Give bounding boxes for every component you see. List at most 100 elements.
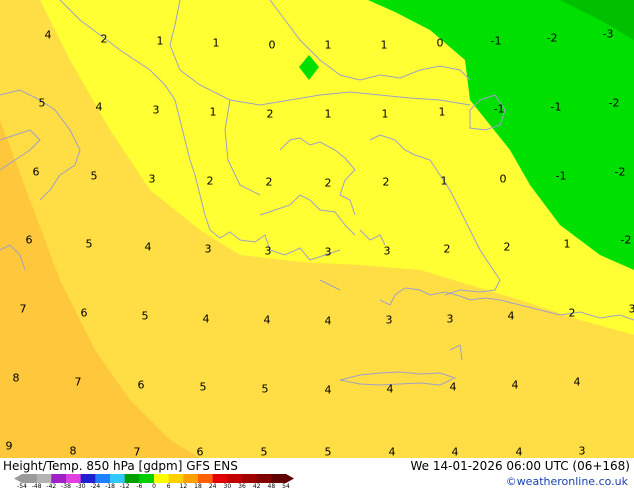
temperature-label: 3 bbox=[265, 245, 272, 258]
temperature-label: 4 bbox=[389, 446, 396, 459]
scale-swatch bbox=[80, 474, 96, 483]
scale-swatch bbox=[168, 474, 184, 483]
temperature-label: 5 bbox=[200, 381, 207, 394]
temperature-label: 6 bbox=[138, 379, 145, 392]
temperature-label: 6 bbox=[197, 446, 204, 459]
scale-swatch bbox=[256, 474, 272, 483]
map-stage: 4 2 1 1 0 1 1 0 -1 -2 -3 5 4 3 1 2 1 1 1 -1 -1 -2 6 5 3 2 2 2 2 1 0 -1-… bbox=[0, 0, 634, 490]
temperature-map[interactable]: 4 2 1 1 0 1 1 0 -1 -2 -3 5 4 3 1 2 1 1 1 -1 -1 -2 6 5 3 2 2 2 2 1 0 -1 -… bbox=[0, 0, 634, 458]
temperature-label: 1 bbox=[381, 39, 388, 52]
scale-label: 12 bbox=[179, 483, 188, 490]
scale-label: -38 bbox=[61, 483, 71, 490]
temperature-label: 7 bbox=[20, 303, 27, 316]
temperature-label: 3 bbox=[447, 313, 454, 326]
scale-label: 36 bbox=[238, 483, 246, 490]
temperature-label: 5 bbox=[142, 310, 149, 323]
temperature-label: -3 bbox=[603, 28, 614, 41]
temperature-label: 4 bbox=[45, 29, 52, 42]
temperature-label: -2 bbox=[609, 97, 620, 110]
temperature-label: 2 bbox=[266, 176, 273, 189]
scale-swatch bbox=[51, 474, 67, 483]
temperature-label: 4 bbox=[387, 383, 394, 396]
temperature-label: 0 bbox=[437, 37, 444, 50]
temperature-label: 3 bbox=[153, 104, 160, 117]
scale-label: 30 bbox=[223, 483, 232, 490]
temperature-label: 1 bbox=[213, 37, 220, 50]
map-title: Height/Temp. 850 hPa [gdpm] GFS ENS bbox=[3, 459, 238, 473]
temperature-label: -1 bbox=[494, 103, 505, 116]
temperature-label: 2 bbox=[383, 176, 390, 189]
scale-swatch bbox=[124, 474, 140, 483]
temperature-label: 4 bbox=[452, 446, 459, 459]
temperature-label: 0 bbox=[500, 173, 507, 186]
temperature-label: 0 bbox=[269, 39, 276, 52]
scale-swatch bbox=[271, 474, 287, 483]
temperature-label: 4 bbox=[450, 381, 457, 394]
temperature-label: 3 bbox=[579, 445, 586, 458]
temperature-label: 1 bbox=[210, 106, 217, 119]
temperature-label: 6 bbox=[33, 166, 40, 179]
temperature-label: 8 bbox=[70, 445, 77, 458]
temperature-label: 2 bbox=[267, 108, 274, 121]
scale-label: -48 bbox=[31, 483, 42, 490]
temperature-label: 4 bbox=[512, 379, 519, 392]
temperature-label: 1 bbox=[564, 238, 571, 251]
temperature-label: 2 bbox=[504, 241, 511, 254]
scale-label: 54 bbox=[282, 483, 290, 490]
temperature-label: 3 bbox=[386, 314, 393, 327]
temperature-label: 5 bbox=[91, 170, 98, 183]
scale-arrow-left bbox=[14, 474, 22, 483]
scale-arrow-right bbox=[286, 474, 294, 483]
temperature-label: 2 bbox=[325, 177, 332, 190]
temperature-label: 6 bbox=[81, 307, 88, 320]
temperature-label: 6 bbox=[26, 234, 33, 247]
scale-label: 6 bbox=[166, 483, 171, 490]
scale-label: -6 bbox=[136, 483, 143, 490]
scale-label: 18 bbox=[194, 483, 202, 490]
temperature-label: 3 bbox=[384, 245, 391, 258]
temperature-label: 5 bbox=[262, 383, 269, 396]
scale-swatch bbox=[183, 474, 199, 483]
map-datetime: We 14-01-2026 06:00 UTC (06+168) bbox=[410, 459, 630, 473]
temperature-label: 4 bbox=[203, 313, 210, 326]
temperature-label: 4 bbox=[574, 376, 581, 389]
temperature-label: 5 bbox=[39, 97, 46, 110]
temperature-label: 7 bbox=[134, 446, 141, 459]
credit-link[interactable]: ©weatheronline.co.uk bbox=[506, 475, 628, 488]
scale-label: 0 bbox=[152, 483, 156, 490]
scale-swatch bbox=[154, 474, 170, 483]
temperature-label: 5 bbox=[325, 446, 332, 459]
color-scale-labels: -54 -48 -42 -38 -30 -24 -18 -12 -6 0 6 12 18 24 30 36 42… bbox=[17, 483, 298, 490]
temperature-label: -2 bbox=[547, 32, 558, 45]
scale-swatch bbox=[227, 474, 243, 483]
scale-label: 24 bbox=[208, 483, 217, 490]
scale-swatch bbox=[212, 474, 228, 483]
temperature-label: 3 bbox=[629, 303, 634, 316]
temperature-label: 1 bbox=[325, 108, 332, 121]
temperature-label: -2 bbox=[615, 166, 626, 179]
scale-swatch bbox=[110, 474, 126, 483]
scale-swatch bbox=[198, 474, 214, 483]
temperature-label: 4 bbox=[508, 310, 515, 323]
temperature-label: 3 bbox=[325, 246, 332, 259]
temperature-label: 5 bbox=[86, 238, 93, 251]
temperature-label: 4 bbox=[145, 241, 152, 254]
temperature-label: 1 bbox=[382, 108, 389, 121]
color-scale bbox=[14, 474, 294, 483]
scale-swatch bbox=[139, 474, 155, 483]
temperature-label: -1 bbox=[556, 170, 567, 183]
scale-swatch bbox=[22, 474, 38, 483]
scale-swatch bbox=[66, 474, 82, 483]
temperature-label: 4 bbox=[325, 315, 332, 328]
temperature-label: 1 bbox=[157, 35, 164, 48]
temperature-label: 2 bbox=[207, 175, 214, 188]
temperature-label: 8 bbox=[13, 372, 20, 385]
scale-label: -24 bbox=[90, 483, 101, 490]
scale-label: -12 bbox=[119, 483, 130, 490]
footer-bar: Height/Temp. 850 hPa [gdpm] GFS ENS We 1… bbox=[0, 458, 634, 490]
temperature-label: 7 bbox=[75, 376, 82, 389]
scale-swatch bbox=[242, 474, 258, 483]
temperature-label: 3 bbox=[205, 243, 212, 256]
scale-label: -54 bbox=[17, 483, 27, 490]
scale-swatch bbox=[36, 474, 52, 483]
